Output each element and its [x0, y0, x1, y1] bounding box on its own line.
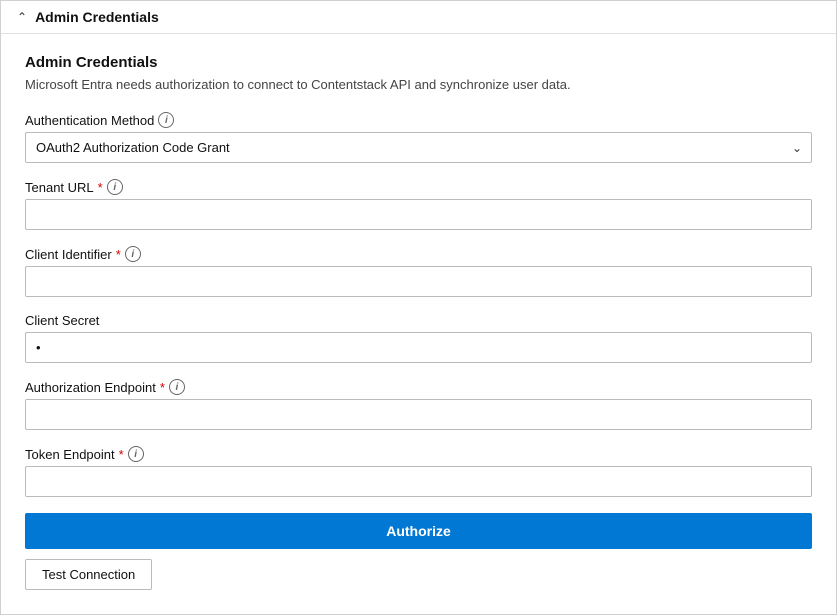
section-description: Microsoft Entra needs authorization to c… — [25, 77, 812, 92]
token-endpoint-label: Token Endpoint * i — [25, 446, 812, 462]
auth-method-select[interactable]: OAuth2 Authorization Code GrantBasic Aut… — [25, 132, 812, 163]
client-secret-label: Client Secret — [25, 313, 812, 328]
tenant-url-label: Tenant URL * i — [25, 179, 812, 195]
client-secret-input[interactable] — [25, 332, 812, 363]
section-header[interactable]: ⌃ Admin Credentials — [1, 1, 836, 34]
client-identifier-label: Client Identifier * i — [25, 246, 812, 262]
token-endpoint-field: Token Endpoint * i — [25, 446, 812, 497]
section-title: Admin Credentials — [25, 54, 812, 71]
auth-method-info-icon[interactable]: i — [158, 112, 174, 128]
client-identifier-field: Client Identifier * i — [25, 246, 812, 297]
client-identifier-input[interactable] — [25, 266, 812, 297]
tenant-url-required: * — [98, 180, 103, 195]
authorize-button[interactable]: Authorize — [25, 513, 812, 549]
section-body: Admin Credentials Microsoft Entra needs … — [1, 34, 836, 614]
tenant-url-info-icon[interactable]: i — [107, 179, 123, 195]
auth-method-field: Authentication Method i OAuth2 Authoriza… — [25, 112, 812, 163]
client-identifier-info-icon[interactable]: i — [125, 246, 141, 262]
authorization-endpoint-label: Authorization Endpoint * i — [25, 379, 812, 395]
auth-method-select-wrapper: OAuth2 Authorization Code GrantBasic Aut… — [25, 132, 812, 163]
client-identifier-required: * — [116, 247, 121, 262]
token-endpoint-required: * — [119, 447, 124, 462]
tenant-url-field: Tenant URL * i — [25, 179, 812, 230]
section-header-title: Admin Credentials — [35, 9, 159, 25]
authorization-endpoint-input[interactable] — [25, 399, 812, 430]
authorization-endpoint-field: Authorization Endpoint * i — [25, 379, 812, 430]
authorization-endpoint-info-icon[interactable]: i — [169, 379, 185, 395]
test-connection-button[interactable]: Test Connection — [25, 559, 152, 590]
tenant-url-input[interactable] — [25, 199, 812, 230]
client-secret-field: Client Secret — [25, 313, 812, 363]
admin-credentials-panel: ⌃ Admin Credentials Admin Credentials Mi… — [0, 0, 837, 615]
collapse-icon: ⌃ — [17, 10, 27, 24]
authorization-endpoint-required: * — [160, 380, 165, 395]
token-endpoint-input[interactable] — [25, 466, 812, 497]
token-endpoint-info-icon[interactable]: i — [128, 446, 144, 462]
auth-method-label: Authentication Method i — [25, 112, 812, 128]
